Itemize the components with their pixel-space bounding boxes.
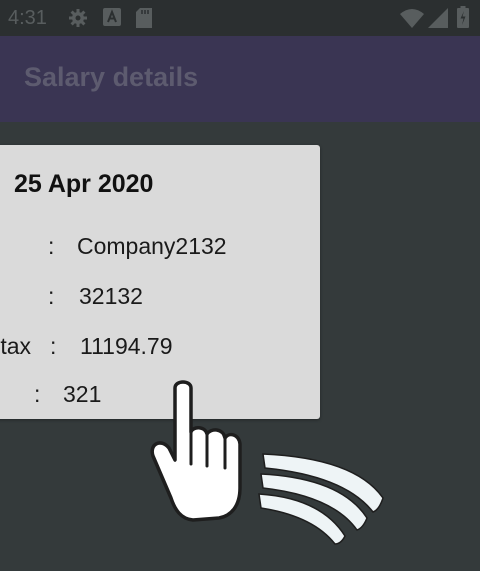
row-value: Company2132 xyxy=(77,233,227,259)
battery-icon xyxy=(457,6,469,28)
detail-row-company: : Company2132 xyxy=(0,230,320,262)
swipe-gesture-hand-icon xyxy=(150,380,384,545)
row-colon: : xyxy=(50,333,57,359)
status-time: 4:31 xyxy=(8,7,47,29)
gear-icon xyxy=(69,9,87,27)
row-colon: : xyxy=(48,283,55,309)
page-title: Salary details xyxy=(24,62,199,92)
status-bar: 4:31 xyxy=(0,0,480,36)
sd-card-icon xyxy=(136,8,152,28)
detail-row-tax: tax : 11194.79 xyxy=(0,330,320,362)
a-box-icon xyxy=(103,8,121,26)
row-value: 32132 xyxy=(79,283,143,309)
row-value: 11194.79 xyxy=(80,333,173,359)
signal-icon xyxy=(428,8,448,28)
row-value: 321 xyxy=(63,381,102,407)
detail-row-salary: : 32132 xyxy=(0,280,320,312)
app-bar: Salary details xyxy=(0,36,480,122)
row-label: tax xyxy=(0,333,31,359)
wifi-icon xyxy=(400,9,424,28)
row-colon: : xyxy=(34,381,41,407)
row-colon: : xyxy=(48,233,55,259)
card-date: 25 Apr 2020 xyxy=(14,170,154,198)
